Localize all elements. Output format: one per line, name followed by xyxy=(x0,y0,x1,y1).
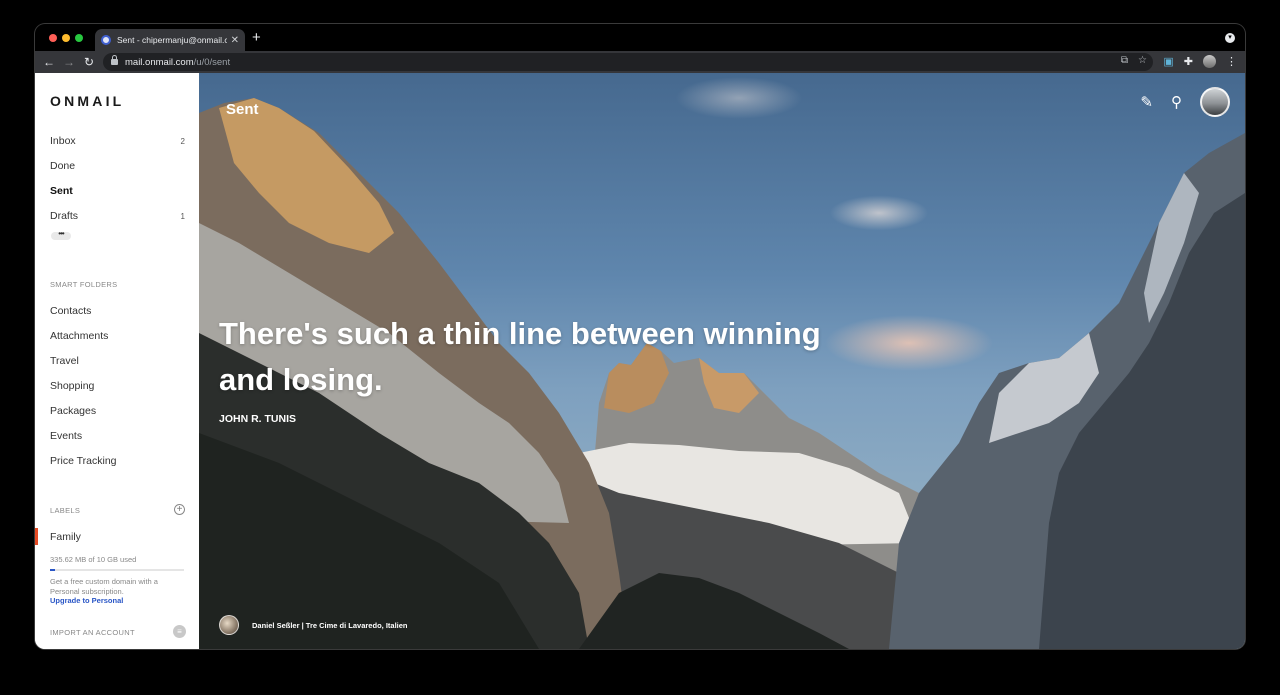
nav-label: Done xyxy=(50,160,76,172)
user-avatar[interactable] xyxy=(1200,87,1230,117)
inbox-count: 2 xyxy=(180,137,185,146)
browser-toolbar: ← → ↻ mail.onmail.com/u/0/sent ⧉ ☆ ▣ ✚ ⋮ xyxy=(35,51,1245,73)
photographer-avatar[interactable] xyxy=(219,615,239,635)
browser-tab[interactable]: Sent - chipermanju@onmail.com ✕ xyxy=(95,29,245,51)
close-window-icon[interactable] xyxy=(49,34,57,42)
nav-label: Sent xyxy=(50,185,73,197)
nav-item-sent[interactable]: Sent xyxy=(50,185,185,197)
browser-window: Sent - chipermanju@onmail.com ✕ + ▾ ← → … xyxy=(35,24,1245,649)
page-title: Sent xyxy=(226,101,259,118)
smart-folder-travel[interactable]: Travel xyxy=(50,355,185,367)
import-account-icon[interactable]: ≡ xyxy=(173,625,186,638)
label-name: Family xyxy=(50,531,81,543)
folder-label: Travel xyxy=(50,355,79,367)
back-arrow-icon[interactable]: ← xyxy=(39,55,59,69)
compose-pencil-icon[interactable]: ✎ xyxy=(1140,93,1153,111)
import-account-heading[interactable]: IMPORT AN ACCOUNT xyxy=(50,628,135,637)
folder-label: Contacts xyxy=(50,305,92,317)
translate-icon[interactable]: ⧉ xyxy=(1121,55,1128,66)
smart-folder-events[interactable]: Events xyxy=(50,430,185,442)
upgrade-link[interactable]: Upgrade to Personal xyxy=(50,596,123,605)
reload-icon[interactable]: ↻ xyxy=(79,55,99,69)
nav-label: Inbox xyxy=(50,135,76,147)
browser-profile-avatar[interactable] xyxy=(1203,55,1216,68)
tab-search-icon[interactable]: ▾ xyxy=(1225,33,1235,43)
nav-label: Drafts xyxy=(50,210,79,222)
folder-label: Events xyxy=(50,430,83,442)
extension-grid-icon[interactable]: ▣ xyxy=(1163,55,1173,68)
quote-author: JOHN R. TUNIS xyxy=(219,413,297,425)
smart-folder-attachments[interactable]: Attachments xyxy=(50,330,185,342)
label-color-indicator xyxy=(35,528,38,545)
bookmark-star-icon[interactable]: ☆ xyxy=(1138,55,1147,66)
folder-label: Attachments xyxy=(50,330,109,342)
more-folders-button[interactable]: ••• xyxy=(51,230,71,240)
smart-folder-packages[interactable]: Packages xyxy=(50,405,185,417)
onmail-favicon-icon xyxy=(101,35,111,45)
tab-close-icon[interactable]: ✕ xyxy=(231,35,239,46)
onmail-app: ONMAIL Inbox 2 Done Sent Drafts 1 ••• SM… xyxy=(35,73,1245,649)
tab-strip: Sent - chipermanju@onmail.com ✕ + ▾ xyxy=(35,24,1245,51)
folder-label: Packages xyxy=(50,405,97,417)
nav-item-drafts[interactable]: Drafts 1 xyxy=(50,210,185,222)
onmail-logo[interactable]: ONMAIL xyxy=(50,93,124,109)
storage-bar-fill xyxy=(50,569,55,571)
address-bar[interactable]: mail.onmail.com/u/0/sent ⧉ ☆ xyxy=(103,53,1153,71)
smart-folder-price-tracking[interactable]: Price Tracking xyxy=(50,455,185,467)
nav-item-inbox[interactable]: Inbox 2 xyxy=(50,135,185,147)
tab-title: Sent - chipermanju@onmail.com xyxy=(117,35,227,45)
url-path: /u/0/sent xyxy=(193,56,231,68)
labels-heading: LABELS xyxy=(50,506,81,515)
smart-folder-contacts[interactable]: Contacts xyxy=(50,305,185,317)
storage-usage-text: 335.62 MB of 10 GB used xyxy=(50,555,137,564)
search-icon[interactable]: ⚲ xyxy=(1171,93,1182,111)
nav-item-done[interactable]: Done xyxy=(50,160,185,172)
add-label-icon[interactable]: + xyxy=(174,504,185,515)
new-tab-button[interactable]: + xyxy=(252,30,261,45)
promo-text: Get a free custom domain with a Personal… xyxy=(50,577,158,596)
browser-menu-icon[interactable]: ⋮ xyxy=(1226,55,1237,68)
url-host: mail.onmail.com xyxy=(125,56,194,68)
smart-folder-shopping[interactable]: Shopping xyxy=(50,380,185,392)
forward-arrow-icon[interactable]: → xyxy=(59,55,79,69)
storage-bar xyxy=(50,569,184,571)
folder-label: Shopping xyxy=(50,380,95,392)
sent-empty-state-hero: Sent ✎ ⚲ There's such a thin line betwee… xyxy=(199,73,1245,649)
photo-credit[interactable]: Daniel Seßler | Tre Cime di Lavaredo, It… xyxy=(252,621,408,630)
maximize-window-icon[interactable] xyxy=(75,34,83,42)
lock-icon xyxy=(111,55,118,65)
minimize-window-icon[interactable] xyxy=(62,34,70,42)
inspirational-quote: There's such a thin line between winning… xyxy=(219,316,821,397)
smart-folders-heading: SMART FOLDERS xyxy=(50,280,118,289)
label-family[interactable]: Family xyxy=(50,531,185,543)
folder-label: Price Tracking xyxy=(50,455,117,467)
drafts-count: 1 xyxy=(180,212,185,221)
extensions-puzzle-icon[interactable]: ✚ xyxy=(1184,55,1193,68)
sidebar: ONMAIL Inbox 2 Done Sent Drafts 1 ••• SM… xyxy=(35,73,199,649)
